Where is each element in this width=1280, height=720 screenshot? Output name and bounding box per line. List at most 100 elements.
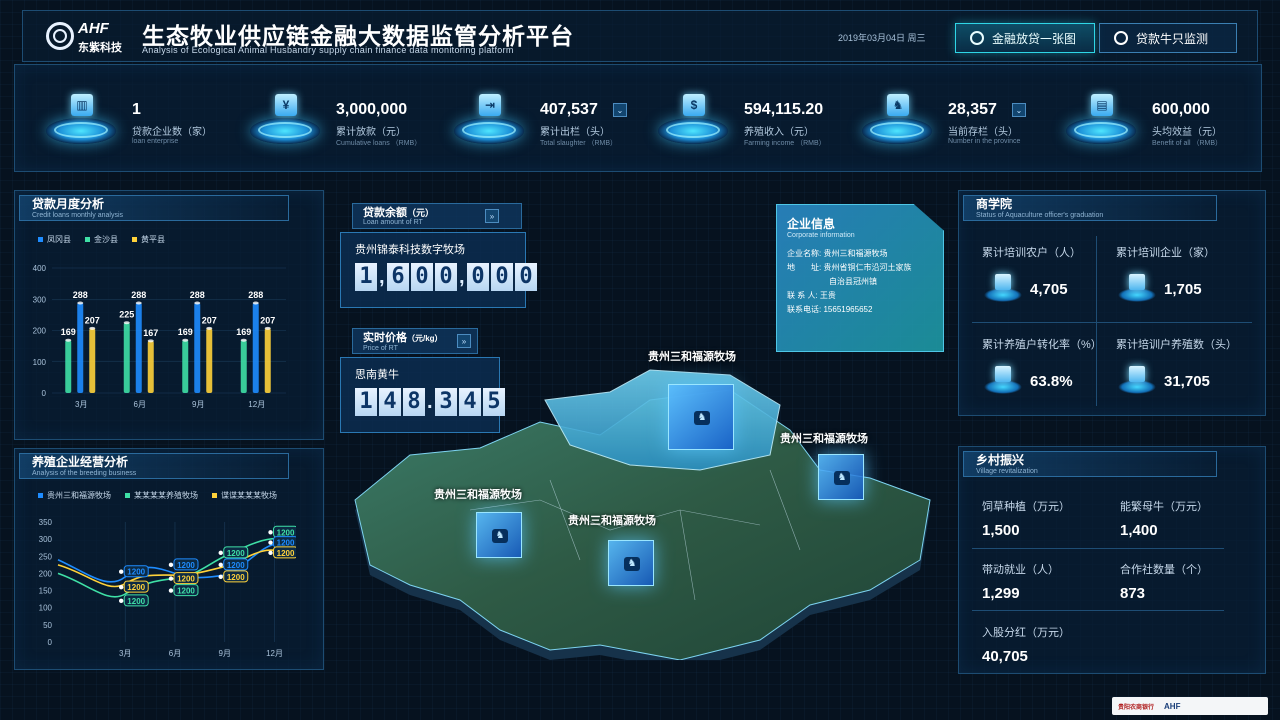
revival-stat-value: 40,705 xyxy=(982,648,1028,665)
stat-pedestal-ring xyxy=(870,122,924,138)
data-point[interactable] xyxy=(218,574,223,580)
dropdown-icon[interactable]: ⌄ xyxy=(1012,103,1026,117)
digit-tile: , xyxy=(459,266,465,288)
bar-value-label: 167 xyxy=(143,328,158,338)
series-line[interactable] xyxy=(57,537,283,598)
series-line[interactable] xyxy=(57,549,283,588)
stat-pedestal-ring xyxy=(666,122,720,138)
data-label: 1200 xyxy=(218,546,249,559)
expand-icon[interactable]: » xyxy=(485,209,499,223)
revival-stat-value: 1,299 xyxy=(982,585,1020,602)
enterprise-addr2: 自治县冠州镇 xyxy=(829,277,877,286)
bar[interactable] xyxy=(264,328,271,393)
enterprise-info-en: Corporate information xyxy=(787,232,855,239)
data-point[interactable] xyxy=(168,588,174,593)
dropdown-icon[interactable]: ⌄ xyxy=(613,103,627,117)
bar-value-label: 169 xyxy=(236,327,251,337)
enterprise-info-card[interactable]: 企业信息 Corporate information 企业名称: 贵州三和福源牧… xyxy=(776,204,944,352)
data-point[interactable] xyxy=(268,530,273,535)
bar-chart-legend: 凤冈县 金沙县 黄平县 xyxy=(38,234,165,245)
bar[interactable] xyxy=(147,340,154,393)
cattle-icon: ♞ xyxy=(624,557,640,571)
map-marker-label[interactable]: 贵州三和福源牧场 xyxy=(568,512,656,528)
stat-pedestal-ring xyxy=(1074,122,1128,138)
map-marker-label[interactable]: 贵州三和福源牧场 xyxy=(780,430,868,446)
data-label: 1200 xyxy=(119,594,149,607)
data-label: 1200 xyxy=(268,525,296,538)
icon-pedestal xyxy=(984,288,1022,302)
legend-swatch xyxy=(38,493,43,499)
loan-balance-card: 贵州锦泰科技数字牧场 1,600,000 xyxy=(340,232,537,308)
bar[interactable] xyxy=(77,303,84,393)
data-point[interactable] xyxy=(119,584,124,590)
breeding-title-bar: 养殖企业经营分析 Analysis of the breeding busine… xyxy=(19,453,289,479)
data-point[interactable] xyxy=(168,576,174,581)
academy-title: 商学院 xyxy=(976,197,1013,211)
x-tick-label: 3月 xyxy=(119,649,131,658)
y-tick-label: 200 xyxy=(39,569,53,578)
data-point[interactable] xyxy=(119,598,124,604)
logo-inner-ring-icon xyxy=(53,29,67,43)
y-tick-label: 150 xyxy=(39,587,53,596)
enterprise-contact: 王贵 xyxy=(819,291,836,300)
cattle-monitor-button[interactable]: 贷款牛只监测 xyxy=(1099,23,1237,53)
bar[interactable] xyxy=(206,328,213,393)
export-icon: ⇥ xyxy=(479,94,501,116)
data-point[interactable] xyxy=(119,569,124,574)
bar-cap xyxy=(182,338,189,342)
data-label-text: 1200 xyxy=(277,549,295,558)
data-point[interactable] xyxy=(218,562,223,568)
bar[interactable] xyxy=(182,340,189,393)
loan-map-button[interactable]: 金融放贷一张图 xyxy=(955,23,1095,53)
bar[interactable] xyxy=(135,303,142,393)
ranch-marker-cube[interactable]: ♞ xyxy=(818,454,864,500)
ranch-marker-cube[interactable]: ♞ xyxy=(608,540,654,586)
bar[interactable] xyxy=(89,328,96,393)
bar-value-label: 288 xyxy=(131,290,146,300)
bar[interactable] xyxy=(65,340,72,393)
stat-card: ⇥ 407,537 累计出栏（头） Total slaughter （RMB） ⌄ xyxy=(454,92,654,162)
breeding-title: 养殖企业经营分析 xyxy=(32,455,129,469)
stat-label: 贷款企业数（家） xyxy=(132,127,212,138)
digit-tile: 0 xyxy=(515,263,537,291)
stat-card: ¥3,000,000 累计放款（元） Cumulative loans （RMB） xyxy=(250,92,450,162)
legend-item: 谍谍某某某牧场 xyxy=(212,490,277,501)
bar[interactable] xyxy=(240,340,247,393)
series-line[interactable] xyxy=(57,543,283,583)
data-label: 1200 xyxy=(218,558,249,571)
icon-cube xyxy=(1129,366,1145,382)
stat-label-en: Total slaughter （RMB） xyxy=(540,140,618,147)
bar[interactable] xyxy=(123,322,130,393)
price-en: Price of RT xyxy=(363,345,398,352)
digit-tile: , xyxy=(379,266,385,288)
bar-cap xyxy=(264,326,271,330)
data-point[interactable] xyxy=(168,562,174,568)
loan-balance-header: 贷款余额（元） Loan amount of RT » xyxy=(352,203,522,229)
cattle-icon: ♞ xyxy=(887,94,909,116)
data-label-text: 1200 xyxy=(227,561,245,570)
bar[interactable] xyxy=(252,303,259,393)
revival-stat-value: 1,500 xyxy=(982,522,1020,539)
data-point[interactable] xyxy=(268,540,273,545)
brand-logo-small: AHF xyxy=(1164,701,1181,711)
ranch-marker-cube[interactable]: ♞ xyxy=(476,512,522,558)
stat-label: 养殖收入（元） xyxy=(744,127,814,138)
province-map[interactable] xyxy=(350,360,940,660)
map-marker-label[interactable]: 贵州三和福源牧场 xyxy=(648,348,736,364)
icon-pedestal xyxy=(984,380,1022,394)
data-label: 1200 xyxy=(119,565,149,578)
data-point[interactable] xyxy=(218,550,223,556)
academy-stat-label: 累计养殖户转化率（%） xyxy=(982,339,1102,351)
y-tick-label: 0 xyxy=(42,389,47,398)
bar[interactable] xyxy=(194,303,201,393)
expand-icon[interactable]: » xyxy=(457,334,471,348)
academy-stat-value: 1,705 xyxy=(1164,281,1202,298)
legend-label: 黄平县 xyxy=(141,235,165,244)
enterprise-phone: 15651965652 xyxy=(823,305,873,314)
enterprise-phone-label: 联系电话: xyxy=(787,305,822,314)
stat-card: $594,115.20 养殖收入（元） Farming income （RMB） xyxy=(658,92,858,162)
data-point[interactable] xyxy=(268,550,273,556)
map-marker-label[interactable]: 贵州三和福源牧场 xyxy=(434,486,522,502)
loan-balance-digits: 1,600,000 xyxy=(355,263,537,291)
ranch-marker-cube[interactable]: ♞ xyxy=(668,384,734,450)
